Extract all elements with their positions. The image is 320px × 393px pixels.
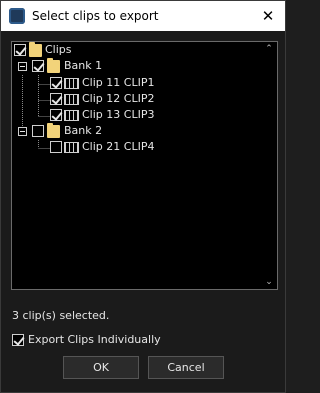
collapse-icon[interactable] xyxy=(18,127,27,136)
tree-item-bank-1[interactable]: Bank 1 xyxy=(12,58,152,75)
tree-item-clip-11[interactable]: Clip 11 CLIP1 xyxy=(12,76,212,92)
ok-button[interactable]: OK xyxy=(63,356,139,379)
folder-icon xyxy=(29,42,42,57)
clip-11-checkbox[interactable] xyxy=(50,77,62,89)
clips-root-label: Clips xyxy=(45,43,72,56)
clip-12-checkbox[interactable] xyxy=(50,93,62,105)
film-clip-icon xyxy=(64,142,79,153)
close-button[interactable]: ✕ xyxy=(259,7,277,25)
folder-icon xyxy=(47,58,60,73)
app-icon xyxy=(9,8,25,24)
tree-item-clips-root[interactable]: Clips xyxy=(12,42,132,59)
dialog-title: Select clips to export xyxy=(32,9,159,23)
cancel-button[interactable]: Cancel xyxy=(148,356,224,379)
clip-tree[interactable]: Clips Bank 1 Clip 11 CLIP1 Clip 12 CLIP2… xyxy=(11,41,278,290)
film-clip-icon xyxy=(64,94,79,105)
export-dialog: Select clips to export ✕ Clips Bank 1 Cl… xyxy=(0,0,286,393)
clip-21-label: Clip 21 CLIP4 xyxy=(82,140,155,153)
folder-icon xyxy=(47,123,60,138)
collapse-icon[interactable] xyxy=(18,62,27,71)
clip-11-label: Clip 11 CLIP1 xyxy=(82,76,155,89)
film-clip-icon xyxy=(64,110,79,121)
tree-item-clip-12[interactable]: Clip 12 CLIP2 xyxy=(12,92,212,108)
bank-1-checkbox[interactable] xyxy=(32,60,44,72)
bank-1-label: Bank 1 xyxy=(64,59,103,72)
clip-21-checkbox[interactable] xyxy=(50,141,62,153)
scroll-up-icon[interactable]: ⌃ xyxy=(263,44,275,54)
export-individually-label: Export Clips Individually xyxy=(28,333,161,346)
tree-item-bank-2[interactable]: Bank 2 xyxy=(12,123,152,140)
bank-2-checkbox[interactable] xyxy=(32,125,44,137)
tree-item-clip-13[interactable]: Clip 13 CLIP3 xyxy=(12,108,212,124)
clip-13-label: Clip 13 CLIP3 xyxy=(82,108,155,121)
clip-13-checkbox[interactable] xyxy=(50,109,62,121)
export-individually-checkbox[interactable] xyxy=(12,334,24,346)
scroll-down-icon[interactable]: ⌄ xyxy=(263,277,275,287)
clip-12-label: Clip 12 CLIP2 xyxy=(82,92,155,105)
film-clip-icon xyxy=(64,78,79,89)
bank-2-label: Bank 2 xyxy=(64,124,103,137)
clips-root-checkbox[interactable] xyxy=(14,44,26,56)
title-bar: Select clips to export ✕ xyxy=(1,1,285,31)
selection-status: 3 clip(s) selected. xyxy=(12,309,110,322)
tree-item-clip-21[interactable]: Clip 21 CLIP4 xyxy=(12,140,212,156)
